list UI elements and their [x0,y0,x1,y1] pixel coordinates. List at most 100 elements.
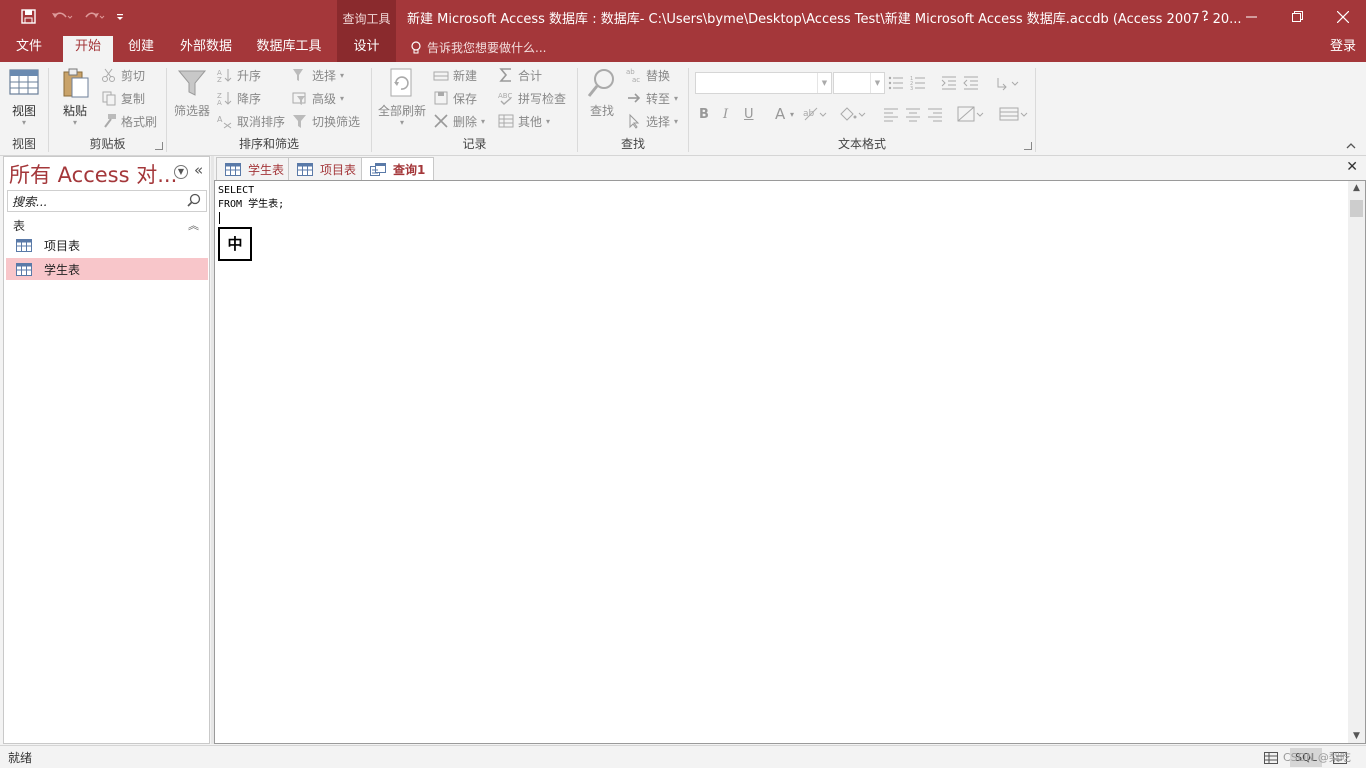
customize-qat-icon[interactable] [108,5,132,29]
restore-button[interactable] [1274,0,1320,33]
selection-filter-button[interactable]: 选择 ▾ [292,65,344,85]
nav-menu-dropdown-icon[interactable]: ▼ [174,165,188,179]
close-document-icon[interactable]: ✕ [1346,159,1358,175]
increase-indent-icon[interactable] [941,73,957,93]
group-find: 查找 ab ac 替换 转至 ▾ 选择 ▾ 查找 [578,62,688,154]
dialog-launcher-icon[interactable] [1024,142,1032,150]
new-record-button[interactable]: 新建 [433,65,477,85]
underline-button[interactable]: U [744,104,754,124]
tab-database-tools[interactable]: 数据库工具 [250,33,328,62]
align-right-icon[interactable] [927,104,943,124]
nav-pane-title[interactable]: 所有 Access 对... [9,159,177,189]
tab-home[interactable]: 开始 [63,36,113,62]
align-left-icon[interactable] [883,104,899,124]
chevron-down-icon: ▾ [21,118,26,127]
select-button[interactable]: 选择 ▾ [626,111,678,131]
filter-button[interactable]: 筛选器 [172,66,212,118]
ime-indicator[interactable]: 中 [218,227,252,261]
find-button[interactable]: 查找 [582,66,622,118]
scroll-down-arrow-icon[interactable]: ▼ [1348,731,1365,741]
view-button[interactable]: 视图 ▾ [4,66,44,127]
copy-icon [102,91,116,106]
close-icon [1337,10,1349,23]
copy-button[interactable]: 复制 [101,88,145,108]
spelling-check-icon: ABC [498,92,512,105]
doc-tab-student-table[interactable]: 学生表 [216,157,294,180]
nav-item-student-table[interactable]: 学生表 [6,258,208,280]
dialog-launcher-icon[interactable] [155,142,163,150]
font-name-combo[interactable]: ▼ [695,72,832,94]
bold-button[interactable]: B [699,104,709,124]
more-button[interactable]: 其他 ▾ [498,111,550,131]
doc-tab-query1[interactable]: 查询1 [361,157,435,181]
paste-label: 粘贴 [62,104,87,118]
spelling-button[interactable]: ABC 拼写检查 [498,88,566,108]
highlight-color-icon[interactable]: ab [803,104,827,124]
italic-button[interactable]: I [723,104,728,124]
toggle-filter-icon [293,115,306,128]
align-center-icon[interactable] [905,104,921,124]
navigation-pane: 所有 Access 对... ▼ « 搜索... 表 ︽ 项目表 学生表 [3,156,210,744]
vertical-scrollbar[interactable]: ▲ ▼ [1348,181,1365,743]
doc-tab-project-table[interactable]: 项目表 [288,157,366,180]
delete-record-button[interactable]: 删除 ▾ [433,111,485,131]
redo-icon[interactable] [82,5,106,29]
selection-filter-label: 选择 [312,68,337,83]
group-label-views: 视图 [11,137,36,151]
chevron-down-icon: ▾ [674,116,679,126]
table-more-icon [498,114,514,128]
nav-search-input[interactable]: 搜索... [7,190,207,212]
help-button[interactable]: ? [1182,0,1228,33]
alternate-row-color-icon[interactable] [957,104,985,124]
font-color-button[interactable]: A [775,104,785,124]
double-chevron-left-icon[interactable]: « [194,161,203,179]
arrow-right-icon [628,93,641,103]
chevron-down-icon[interactable]: ▾ [790,104,794,124]
paste-icon [58,66,92,102]
close-button[interactable] [1320,0,1366,33]
advanced-filter-button[interactable]: 高级 ▾ [292,88,344,108]
sql-text[interactable]: SELECT FROM 学生表; [218,184,284,212]
cut-button[interactable]: 剪切 [101,65,145,85]
paste-button[interactable]: 粘贴 ▾ [55,66,95,127]
gridlines-icon[interactable] [999,104,1029,124]
totals-button[interactable]: 合计 [498,65,542,85]
view-icon [7,66,41,102]
sort-ascending-button[interactable]: AZ 升序 [217,65,261,85]
text-direction-icon[interactable] [996,73,1020,93]
remove-sort-icon: A [217,115,232,129]
tab-create[interactable]: 创建 [119,33,163,62]
fill-color-icon[interactable] [838,104,866,124]
nav-item-project-table[interactable]: 项目表 [6,234,208,256]
replace-button[interactable]: ab ac 替换 [626,65,670,85]
sql-editor[interactable]: SELECT FROM 学生表; 中 ▲ ▼ [214,180,1366,744]
toggle-filter-button[interactable]: 切换筛选 [292,111,360,131]
svg-text:A: A [217,115,223,124]
tab-file[interactable]: 文件 [8,33,50,62]
doc-tab-label: 学生表 [248,162,285,177]
nav-group-tables[interactable]: 表 [13,217,25,234]
search-icon[interactable] [187,193,201,210]
sort-descending-button[interactable]: ZA 降序 [217,88,261,108]
refresh-all-button[interactable]: 全部刷新 ▾ [378,66,426,127]
double-chevron-up-icon[interactable]: ︽ [188,217,199,233]
numbering-icon[interactable]: 123 [910,73,926,93]
goto-button[interactable]: 转至 ▾ [626,88,678,108]
font-size-combo[interactable]: ▼ [833,72,885,94]
minimize-button[interactable] [1228,0,1274,33]
bullets-icon[interactable] [888,73,904,93]
tell-me-box[interactable]: 告诉我您想要做什么... [410,33,546,62]
tab-external-data[interactable]: 外部数据 [172,33,240,62]
decrease-indent-icon[interactable] [963,73,979,93]
scrollbar-thumb[interactable] [1350,200,1363,217]
save-icon[interactable] [16,5,40,29]
remove-sort-button[interactable]: A 取消排序 [217,111,285,131]
format-painter-button[interactable]: 格式刷 [101,111,157,131]
collapse-ribbon-icon[interactable] [1346,139,1356,153]
scroll-up-arrow-icon[interactable]: ▲ [1348,183,1365,193]
save-record-button[interactable]: 保存 [433,88,477,108]
brush-icon [104,114,116,128]
sign-in-link[interactable]: 登录 [1330,33,1356,62]
tab-design[interactable]: 设计 [337,33,396,62]
undo-icon[interactable] [50,5,74,29]
